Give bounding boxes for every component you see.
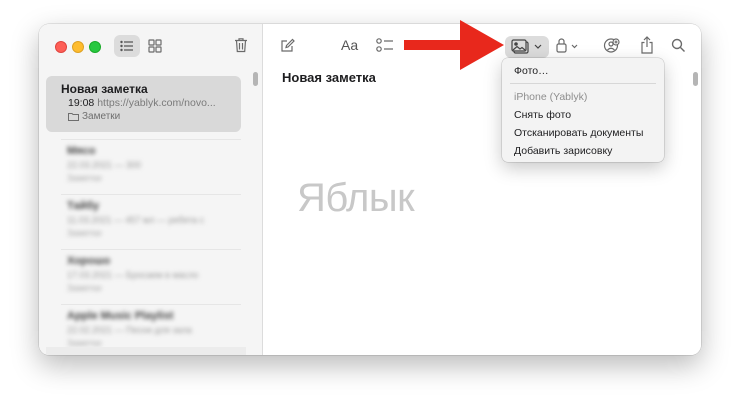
minimize-button[interactable]: [72, 41, 84, 53]
divider: [61, 249, 241, 250]
note-meta: 19:08 https://yablyk.com/novo...: [68, 97, 216, 109]
grid-icon: [148, 39, 162, 53]
list-item[interactable]: Apple Music Playlist 22.02.2021 — Песни …: [67, 310, 192, 348]
sidebar-footer: [46, 347, 246, 355]
annotation-arrow: [404, 20, 504, 70]
note-title: Новая заметка: [61, 82, 148, 96]
media-menu: Фото… iPhone (Yablyk) Снять фото Отскани…: [502, 58, 664, 162]
delete-button[interactable]: [234, 37, 248, 58]
divider: [61, 194, 241, 195]
menu-header-device: iPhone (Yablyk): [514, 91, 588, 103]
photo-icon: [511, 39, 542, 54]
new-note-button[interactable]: [280, 38, 295, 58]
compose-icon: [281, 38, 295, 52]
menu-item-photo[interactable]: Фото…: [514, 65, 549, 77]
add-person-icon: [603, 38, 620, 53]
note-folder: Заметки: [68, 111, 120, 122]
divider: [61, 304, 241, 305]
menu-item-take-photo[interactable]: Снять фото: [514, 109, 571, 121]
note-folder-label: Заметки: [82, 111, 121, 122]
lock-icon: [556, 38, 578, 53]
search-button[interactable]: [671, 38, 686, 58]
lock-button[interactable]: [555, 37, 581, 58]
list-item[interactable]: Мясо 22.03.2021 — 300 Заметки: [67, 145, 141, 183]
note-preview: https://yablyk.com/novo...: [97, 97, 216, 109]
sidebar-scrollbar[interactable]: [253, 72, 258, 86]
editor-title: Новая заметка: [282, 70, 376, 85]
media-button[interactable]: [505, 36, 549, 58]
watermark: Яблык: [297, 176, 415, 220]
divider: [61, 139, 241, 140]
sidebar-toolbar: [39, 24, 262, 68]
list-view-button[interactable]: [114, 35, 140, 57]
sidebar: Мясо 22.03.2021 — 300 Заметки Тайбу 11.0…: [39, 24, 263, 355]
close-button[interactable]: [55, 41, 67, 53]
trash-icon: [235, 38, 247, 53]
note-time: 19:08: [68, 97, 95, 109]
menu-separator: [510, 83, 656, 84]
checklist-button[interactable]: [376, 37, 394, 59]
collaborate-button[interactable]: [603, 38, 620, 58]
menu-item-scan-documents[interactable]: Отсканировать документы: [514, 127, 643, 139]
list-icon: [120, 40, 133, 52]
format-button[interactable]: Aa: [341, 37, 358, 53]
folder-icon: [68, 113, 79, 121]
list-item[interactable]: Хорошо 17.03.2021 — Бросаем в маслo Заме…: [67, 255, 198, 293]
search-icon: [671, 38, 685, 52]
editor-scrollbar[interactable]: [693, 72, 698, 86]
share-button[interactable]: [640, 36, 654, 59]
list-item[interactable]: Тайбу 11.03.2021 — 457 мл — ребята с Зам…: [67, 200, 204, 238]
checklist-icon: [376, 38, 393, 52]
gallery-view-button[interactable]: [148, 39, 162, 58]
zoom-button[interactable]: [89, 41, 101, 53]
menu-item-add-sketch[interactable]: Добавить зарисовку: [514, 145, 612, 157]
share-icon: [641, 36, 653, 54]
